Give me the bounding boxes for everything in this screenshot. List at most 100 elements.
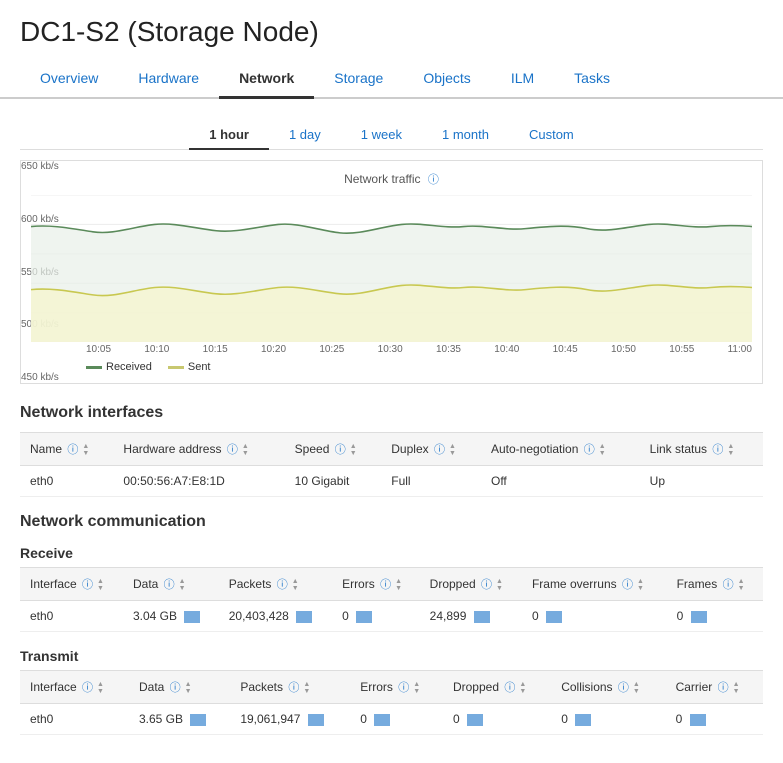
recv-err-sort[interactable] bbox=[395, 578, 402, 592]
hw-info-icon[interactable]: ⓘ bbox=[227, 444, 238, 456]
duplex-sort[interactable] bbox=[449, 443, 456, 457]
table-row: eth0 3.65 GB 19,061,947 0 0 0 0 bbox=[20, 704, 763, 735]
tx-drop-sort[interactable] bbox=[519, 681, 526, 695]
tx-col-bar[interactable] bbox=[575, 714, 591, 726]
recv-col-data: Data ⓘ bbox=[123, 568, 219, 601]
recv-drop-info[interactable]: ⓘ bbox=[481, 579, 492, 591]
speed-sort[interactable] bbox=[350, 443, 357, 457]
tab-tasks[interactable]: Tasks bbox=[554, 60, 630, 99]
hw-sort[interactable] bbox=[242, 443, 249, 457]
tab-hardware[interactable]: Hardware bbox=[118, 60, 219, 99]
recv-if-sort[interactable] bbox=[97, 578, 104, 592]
time-tab-1week[interactable]: 1 week bbox=[341, 121, 422, 150]
time-tab-1month[interactable]: 1 month bbox=[422, 121, 509, 150]
time-tab-1day[interactable]: 1 day bbox=[269, 121, 341, 150]
chart-with-axis: 650 kb/s 600 kb/s 550 kb/s 500 kb/s 450 … bbox=[31, 195, 752, 342]
name-info-icon[interactable]: ⓘ bbox=[67, 444, 78, 456]
tab-ilm[interactable]: ILM bbox=[491, 60, 554, 99]
recv-col-interface: Interface ⓘ bbox=[20, 568, 123, 601]
recv-col-errors: Errors ⓘ bbox=[332, 568, 420, 601]
tx-if-sort[interactable] bbox=[97, 681, 104, 695]
tx-cell-dropped: 0 bbox=[443, 704, 551, 735]
speed-info-icon[interactable]: ⓘ bbox=[335, 444, 346, 456]
auto-sort[interactable] bbox=[599, 443, 606, 457]
receive-table: Interface ⓘ Data ⓘ Packets ⓘ Errors ⓘ Dr… bbox=[20, 567, 763, 632]
tx-if-info[interactable]: ⓘ bbox=[82, 682, 93, 694]
col-hardware: Hardware address ⓘ bbox=[113, 433, 284, 466]
transmit-title: Transmit bbox=[20, 648, 763, 664]
name-sort[interactable] bbox=[82, 443, 89, 457]
tx-col-data: Data ⓘ bbox=[129, 671, 230, 704]
recv-pkt-bar[interactable] bbox=[296, 611, 312, 623]
tx-pkt-info[interactable]: ⓘ bbox=[288, 682, 299, 694]
tx-car-bar[interactable] bbox=[690, 714, 706, 726]
cell-speed: 10 Gigabit bbox=[285, 466, 382, 497]
col-auto: Auto-negotiation ⓘ bbox=[481, 433, 640, 466]
tx-err-info[interactable]: ⓘ bbox=[398, 682, 409, 694]
transmit-table-section: Interface ⓘ Data ⓘ Packets ⓘ Errors ⓘ Dr… bbox=[20, 670, 763, 735]
recv-cell-data: 3.04 GB bbox=[123, 601, 219, 632]
x-label-12: 11:00 bbox=[728, 344, 752, 355]
time-tab-custom[interactable]: Custom bbox=[509, 121, 594, 150]
recv-frm-sort[interactable] bbox=[738, 578, 745, 592]
recv-pkt-sort[interactable] bbox=[292, 578, 299, 592]
receive-table-section: Interface ⓘ Data ⓘ Packets ⓘ Errors ⓘ Dr… bbox=[20, 567, 763, 632]
auto-info-icon[interactable]: ⓘ bbox=[584, 444, 595, 456]
tx-data-bar[interactable] bbox=[190, 714, 206, 726]
tx-car-info[interactable]: ⓘ bbox=[718, 682, 729, 694]
tx-pkt-sort[interactable] bbox=[303, 681, 310, 695]
cell-hardware: 00:50:56:A7:E8:1D bbox=[113, 466, 284, 497]
tx-err-sort[interactable] bbox=[413, 681, 420, 695]
legend-received-label: Received bbox=[106, 361, 152, 373]
recv-frm-info[interactable]: ⓘ bbox=[723, 579, 734, 591]
col-duplex: Duplex ⓘ bbox=[381, 433, 481, 466]
x-label-1: 10:05 bbox=[86, 344, 111, 355]
tx-data-sort[interactable] bbox=[185, 681, 192, 695]
recv-frm-bar[interactable] bbox=[691, 611, 707, 623]
recv-cell-overruns: 0 bbox=[522, 601, 667, 632]
chart-info-icon[interactable]: ⓘ bbox=[428, 174, 439, 186]
tx-cell-errors: 0 bbox=[350, 704, 443, 735]
recv-drop-bar[interactable] bbox=[474, 611, 490, 623]
tx-col-collisions: Collisions ⓘ bbox=[551, 671, 665, 704]
tx-err-bar[interactable] bbox=[374, 714, 390, 726]
time-tab-1hour[interactable]: 1 hour bbox=[189, 121, 269, 150]
link-info-icon[interactable]: ⓘ bbox=[712, 444, 723, 456]
table-row: eth0 00:50:56:A7:E8:1D 10 Gigabit Full O… bbox=[20, 466, 763, 497]
recv-ovr-sort[interactable] bbox=[637, 578, 644, 592]
x-label-11: 10:55 bbox=[669, 344, 694, 355]
x-label-5: 10:25 bbox=[319, 344, 344, 355]
recv-err-info[interactable]: ⓘ bbox=[380, 579, 391, 591]
tab-storage[interactable]: Storage bbox=[314, 60, 403, 99]
recv-ovr-info[interactable]: ⓘ bbox=[622, 579, 633, 591]
tx-col-interface: Interface ⓘ bbox=[20, 671, 129, 704]
page-title: DC1-S2 (Storage Node) bbox=[0, 0, 783, 60]
y-label-1: 650 kb/s bbox=[21, 161, 72, 172]
tx-col-info[interactable]: ⓘ bbox=[618, 682, 629, 694]
interfaces-header-row: Name ⓘ Hardware address ⓘ Speed ⓘ Duplex… bbox=[20, 433, 763, 466]
tx-car-sort[interactable] bbox=[733, 681, 740, 695]
tx-drop-bar[interactable] bbox=[467, 714, 483, 726]
duplex-info-icon[interactable]: ⓘ bbox=[434, 444, 445, 456]
main-tabs: Overview Hardware Network Storage Object… bbox=[0, 60, 783, 99]
x-label-9: 10:45 bbox=[553, 344, 578, 355]
recv-ovr-bar[interactable] bbox=[546, 611, 562, 623]
tab-overview[interactable]: Overview bbox=[20, 60, 118, 99]
tx-col-sort[interactable] bbox=[633, 681, 640, 695]
tab-objects[interactable]: Objects bbox=[403, 60, 490, 99]
recv-if-info[interactable]: ⓘ bbox=[82, 579, 93, 591]
recv-err-bar[interactable] bbox=[356, 611, 372, 623]
tx-drop-info[interactable]: ⓘ bbox=[504, 682, 515, 694]
col-link: Link status ⓘ bbox=[640, 433, 763, 466]
time-tabs: 1 hour 1 day 1 week 1 month Custom bbox=[20, 121, 763, 150]
chart-svg bbox=[31, 195, 752, 342]
tx-data-info[interactable]: ⓘ bbox=[170, 682, 181, 694]
tx-pkt-bar[interactable] bbox=[308, 714, 324, 726]
recv-data-bar[interactable] bbox=[184, 611, 200, 623]
recv-drop-sort[interactable] bbox=[496, 578, 503, 592]
recv-pkt-info[interactable]: ⓘ bbox=[277, 579, 288, 591]
recv-data-sort[interactable] bbox=[179, 578, 186, 592]
link-sort[interactable] bbox=[727, 443, 734, 457]
tab-network[interactable]: Network bbox=[219, 60, 314, 99]
recv-data-info[interactable]: ⓘ bbox=[164, 579, 175, 591]
